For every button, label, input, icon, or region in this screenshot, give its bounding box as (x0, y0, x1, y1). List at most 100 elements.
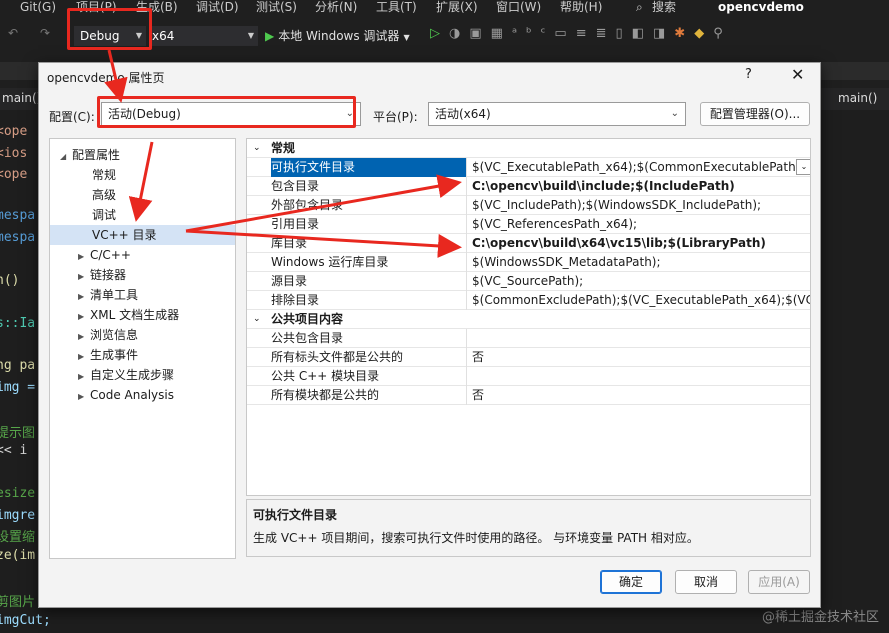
grid-property-row[interactable]: 排除目录 $(CommonExcludePath);$(VC_Executable… (247, 291, 810, 310)
configuration-manager-button[interactable]: 配置管理器(O)... (700, 102, 810, 126)
grid-property-row[interactable]: 所有标头文件都是公共的否 (247, 348, 810, 367)
value-dropdown-icon[interactable]: ⌄ (796, 159, 810, 175)
grid-category-row[interactable]: ⌄ 常规 (247, 139, 810, 158)
pin-icon[interactable]: ⚲ (713, 26, 732, 41)
property-name: 公共包含目录 (271, 329, 467, 348)
tree-item-node[interactable]: ▶ XML 文档生成器 (78, 305, 179, 325)
start-without-debugging-icon[interactable]: ▷ (430, 26, 449, 41)
menu-search[interactable]: 搜索 (652, 0, 676, 14)
tree-item-node[interactable]: ▶ Code Analysis (78, 385, 174, 405)
grid-property-row[interactable]: 外部包含目录 $(VC_IncludePath);$(WindowsSDK_Inc… (247, 196, 810, 215)
tree-item-label: 高级 (92, 188, 117, 202)
grid-property-row[interactable]: 公共 C++ 模块目录 (247, 367, 810, 386)
grid-property-row[interactable]: 源目录 $(VC_SourcePath); (247, 272, 810, 291)
hot-reload-icon[interactable]: ◑ (449, 26, 469, 41)
grid-icon[interactable]: ▦ (491, 26, 512, 41)
solution-platform-dropdown[interactable]: x64 ▼ (152, 26, 258, 46)
spellcheck-icon[interactable]: ᵃᵇᶜ (512, 26, 554, 41)
menu-analyze[interactable]: 分析(N) (315, 0, 357, 14)
property-name: 公共 C++ 模块目录 (271, 367, 467, 386)
menu-extensions[interactable]: 扩展(X) (436, 0, 478, 14)
menu-git[interactable]: Git(G) (20, 0, 56, 14)
tree-item-node[interactable]: ▶ 浏览信息 (78, 325, 138, 345)
collapsed-icon[interactable]: ▶ (78, 387, 90, 407)
bookmark-next-icon[interactable]: ◨ (653, 26, 674, 41)
breakpoint-icon[interactable]: ▭ (554, 26, 575, 41)
menu-tools[interactable]: 工具(T) (376, 0, 417, 14)
code-line: 剪图片 (0, 595, 36, 610)
property-value[interactable]: C:\opencv\build\include;$(IncludePath) (472, 177, 810, 196)
undo-icon[interactable]: ↶ (8, 26, 18, 40)
property-value[interactable]: $(VC_ExecutablePath_x64);$(CommonExecuta… (472, 158, 810, 177)
solution-title: opencvdemo (718, 0, 804, 14)
tree-item-node[interactable]: ▶ 链接器 (78, 265, 126, 285)
collapsed-icon[interactable]: ▶ (78, 267, 90, 287)
help-button[interactable]: ? (745, 67, 752, 82)
folder-icon[interactable]: ▣ (469, 26, 490, 41)
live-share-icon[interactable]: ◆ (694, 26, 713, 41)
tree-item-node[interactable]: 调试 (92, 205, 116, 225)
close-icon[interactable]: ✕ (791, 65, 804, 84)
collapsed-icon[interactable]: ▶ (78, 307, 90, 327)
property-value[interactable]: C:\opencv\build\x64\vc15\lib;$(LibraryPa… (472, 234, 810, 253)
start-debugging-button[interactable]: ▶ 本地 Windows 调试器 ▼ (265, 26, 410, 46)
code-line: esize (0, 486, 36, 501)
tree-item-node[interactable]: ◢ 配置属性 (60, 145, 120, 165)
grid-property-row[interactable]: Windows 运行库目录 $(WindowsSDK_MetadataPath); (247, 253, 810, 272)
property-value[interactable]: $(CommonExcludePath);$(VC_ExecutablePath… (472, 291, 810, 310)
member-dropdown-right[interactable]: main() (838, 91, 877, 105)
cancel-button[interactable]: 取消 (675, 570, 737, 594)
tree-item-label: 配置属性 (72, 148, 121, 162)
menu-help[interactable]: 帮助(H) (560, 0, 602, 14)
grid-property-row[interactable]: 公共包含目录 (247, 329, 810, 348)
grid-property-row[interactable]: 库目录 C:\opencv\build\x64\vc15\lib;$(Librar… (247, 234, 810, 253)
tree-item-label: 生成事件 (90, 348, 139, 362)
collapse-icon[interactable]: ⌄ (253, 139, 261, 158)
grid-property-row[interactable]: 包含目录 C:\opencv\build\include;$(IncludePat… (247, 177, 810, 196)
redo-icon[interactable]: ↷ (40, 26, 50, 40)
menu-test[interactable]: 测试(S) (256, 0, 297, 14)
property-value[interactable]: 否 (472, 386, 810, 405)
property-value[interactable]: $(VC_ReferencesPath_x64); (472, 215, 810, 234)
collapsed-icon[interactable]: ▶ (78, 327, 90, 347)
property-value[interactable]: $(VC_SourcePath); (472, 272, 810, 291)
chevron-down-icon: ▼ (247, 31, 254, 40)
grid-property-row[interactable]: 引用目录 $(VC_ReferencesPath_x64); (247, 215, 810, 234)
tree-item-node[interactable]: ▶ 自定义生成步骤 (78, 365, 174, 385)
grid-property-row[interactable]: 所有模块都是公共的否 (247, 386, 810, 405)
property-value[interactable]: $(VC_IncludePath);$(WindowsSDK_IncludePa… (472, 196, 810, 215)
tree-item-node[interactable]: 常规 (92, 165, 116, 185)
collapsed-icon[interactable]: ▶ (78, 287, 90, 307)
grid-category-row[interactable]: ⌄ 公共项目内容 (247, 310, 810, 329)
tree-item-label: 链接器 (90, 268, 127, 282)
bookmark-icon[interactable]: ▯ (616, 26, 632, 41)
tree-item-node[interactable]: ▶ 生成事件 (78, 345, 138, 365)
platform-combo[interactable]: 活动(x64) ⌄ (428, 102, 686, 126)
tree-item-label: 清单工具 (90, 288, 139, 302)
tree-item-node[interactable]: ▶ C/C++ (78, 245, 131, 265)
property-value[interactable]: $(WindowsSDK_MetadataPath); (472, 253, 810, 272)
bookmark-prev-icon[interactable]: ◧ (632, 26, 653, 41)
comment-icon[interactable]: ≡ (576, 26, 596, 41)
tree-item-node[interactable]: ▶ 清单工具 (78, 285, 138, 305)
extension-icon[interactable]: ✱ (674, 26, 694, 41)
property-name: 引用目录 (271, 215, 467, 234)
menu-debug[interactable]: 调试(D) (196, 0, 239, 14)
collapsed-icon[interactable]: ▶ (78, 347, 90, 367)
property-value[interactable]: 否 (472, 348, 810, 367)
search-icon[interactable]: ⌕ (636, 0, 643, 14)
code-line: mespa (0, 208, 36, 223)
expanded-icon[interactable]: ◢ (60, 147, 72, 167)
menu-window[interactable]: 窗口(W) (496, 0, 541, 14)
property-name: 所有模块都是公共的 (271, 386, 467, 405)
collapse-icon[interactable]: ⌄ (253, 310, 261, 329)
member-dropdown-left[interactable]: main() (2, 91, 41, 105)
apply-button[interactable]: 应用(A) (748, 570, 810, 594)
tree-item-vc-directories[interactable]: VC++ 目录 (50, 225, 235, 245)
ok-button[interactable]: 确定 (600, 570, 662, 594)
collapsed-icon[interactable]: ▶ (78, 367, 90, 387)
grid-property-row[interactable]: 可执行文件目录 $(VC_ExecutablePath_x64);$(Common… (247, 158, 810, 177)
collapsed-icon[interactable]: ▶ (78, 247, 90, 267)
uncomment-icon[interactable]: ≣ (596, 26, 616, 41)
tree-item-node[interactable]: 高级 (92, 185, 116, 205)
